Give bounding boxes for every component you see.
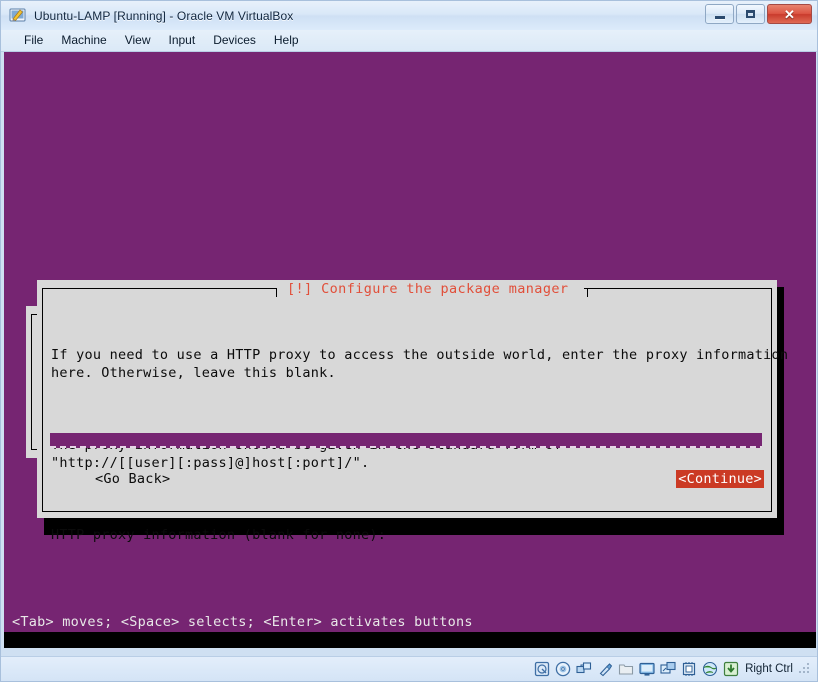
window-title: Ubuntu-LAMP [Running] - Oracle VM Virtua… <box>34 8 294 23</box>
dialog-frame-tick-left <box>276 288 277 297</box>
menu-item-devices[interactable]: Devices <box>204 32 265 49</box>
console-bottom-band <box>4 632 816 648</box>
resize-grip-icon[interactable] <box>799 663 811 675</box>
menu-item-input[interactable]: Input <box>160 32 205 49</box>
menu-item-machine[interactable]: Machine <box>52 32 115 49</box>
http-proxy-input-underline <box>50 446 762 448</box>
dialog-frame-top-right <box>584 288 772 289</box>
dialog-paragraph-1: If you need to use a HTTP proxy to acces… <box>51 347 789 381</box>
window-titlebar[interactable]: Ubuntu-LAMP [Running] - Oracle VM Virtua… <box>1 1 817 30</box>
host-key-label: Right Ctrl <box>745 663 793 675</box>
dialog-paragraph-3: HTTP proxy information (blank for none): <box>51 527 387 543</box>
globe-icon[interactable] <box>702 661 718 677</box>
window-controls: ✕ <box>705 4 812 24</box>
configure-package-manager-dialog: [!] Configure the package manager If you… <box>37 280 789 543</box>
vm-console-screen[interactable]: [!] Configure the package manager If you… <box>4 52 816 648</box>
minimize-icon <box>714 15 725 19</box>
maximize-button[interactable] <box>736 4 765 24</box>
http-proxy-input[interactable] <box>50 433 762 448</box>
optical-disk-icon[interactable] <box>555 661 571 677</box>
menubar: File Machine View Input Devices Help <box>1 30 817 52</box>
usb-icon[interactable] <box>597 661 613 677</box>
go-back-button[interactable]: <Go Back> <box>95 470 170 488</box>
virtualbox-window: Ubuntu-LAMP [Running] - Oracle VM Virtua… <box>0 0 818 682</box>
statusbar-icon-group <box>534 661 739 677</box>
menu-item-file[interactable]: File <box>15 32 52 49</box>
shared-folder-icon[interactable] <box>618 661 634 677</box>
vm-screen-container: [!] Configure the package manager If you… <box>1 52 817 656</box>
display-icon[interactable] <box>639 661 655 677</box>
minimize-button[interactable] <box>705 4 734 24</box>
dialog-frame-top-left <box>42 288 277 289</box>
cpu-icon[interactable] <box>681 661 697 677</box>
menu-item-help[interactable]: Help <box>265 32 308 49</box>
maximize-icon <box>746 10 755 18</box>
dialog-title: [!] Configure the package manager <box>287 281 569 297</box>
dialog-frame-tick-right <box>587 288 588 297</box>
hard-disk-icon[interactable] <box>534 661 550 677</box>
virtualbox-vm-icon <box>9 7 27 25</box>
close-icon: ✕ <box>784 6 795 22</box>
remote-desktop-icon[interactable] <box>660 661 676 677</box>
menu-item-view[interactable]: View <box>116 32 160 49</box>
close-button[interactable]: ✕ <box>767 4 812 24</box>
vbox-statusbar: Right Ctrl <box>1 656 817 681</box>
host-key-icon[interactable] <box>723 661 739 677</box>
dialog-button-row: <Go Back> <Continue> <box>50 470 764 490</box>
console-help-line: <Tab> moves; <Space> selects; <Enter> ac… <box>12 614 473 630</box>
network-icon[interactable] <box>576 661 592 677</box>
continue-button[interactable]: <Continue> <box>676 470 764 488</box>
